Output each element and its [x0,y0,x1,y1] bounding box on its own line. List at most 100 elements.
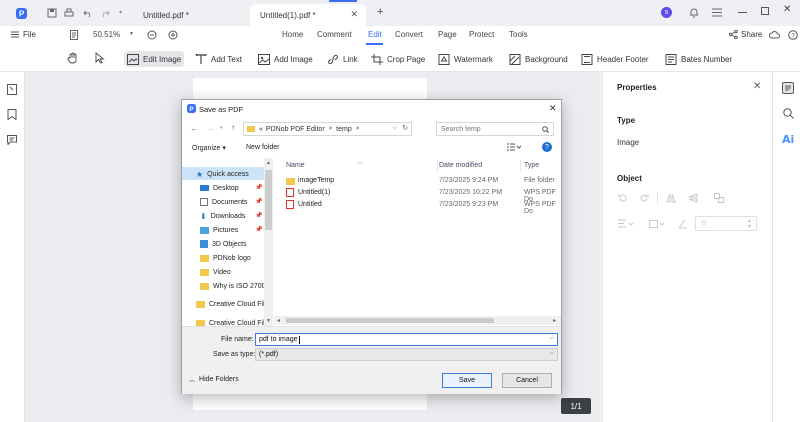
column-header-date[interactable]: Date modified [439,162,482,169]
menu-page[interactable]: Page [438,30,457,39]
minimize-icon[interactable] [738,12,747,13]
nav-item-pdnob-logo[interactable]: PDNob logo [200,252,251,264]
nav-item-creative-cloud[interactable]: Creative Cloud Fil [196,298,265,310]
link-tool[interactable]: Link [324,51,361,67]
nav-item-3d-objects[interactable]: 3D Objects [200,238,247,250]
nav-item-documents[interactable]: Documents [200,196,247,208]
tab-untitled[interactable]: Untitled.pdf * [133,4,247,26]
thumbnails-icon[interactable] [7,84,17,95]
file-row-imagetemp[interactable]: imageTemp 7/23/2025 9:24 PM File folder [276,175,559,187]
organize-button[interactable]: Organize ▾ [192,144,226,152]
tab-untitled-1[interactable]: Untitled(1).pdf * ✕ [250,4,366,26]
link-icon [328,54,338,64]
nav-item-iso-folder[interactable]: Why is ISO 2700 [200,280,266,292]
file-name-dropdown-icon[interactable]: ⌵ [549,335,554,342]
search-input[interactable]: Search temp [436,122,554,136]
scroll-up-icon[interactable]: ▲ [266,160,271,166]
zoom-in-icon[interactable] [168,30,178,40]
save-icon[interactable] [47,8,57,18]
up-arrow-icon[interactable]: ↑ [231,123,235,132]
nav-item-video[interactable]: Video [200,266,231,278]
edit-image-tool[interactable]: Edit Image [124,51,185,67]
zoom-dropdown-icon[interactable]: ▾ [130,30,133,37]
page-view-icon[interactable] [70,30,78,40]
dialog-close-icon[interactable]: ✕ [549,103,557,114]
bates-number-tool[interactable]: Bates Number [662,51,735,67]
maximize-icon[interactable] [761,7,769,15]
watermark-tool[interactable]: Watermark [435,51,496,67]
column-header-type[interactable]: Type [524,162,539,169]
menu-home[interactable]: Home [282,30,303,39]
nav-scrollbar[interactable]: ▲ ▼ [264,158,273,326]
scroll-right-icon[interactable]: ▸ [553,317,556,324]
menu-protect[interactable]: Protect [469,30,494,39]
column-divider[interactable] [520,160,521,172]
nav-item-quick-access[interactable]: ★ Quick access [196,168,249,180]
refresh-icon[interactable]: ↻ [402,124,408,132]
save-type-select[interactable]: (*.pdf) ⌵ [255,348,558,361]
breadcrumb-separator[interactable]: > [356,126,360,132]
breadcrumb-item[interactable]: PDNob PDF Editor [266,126,325,133]
add-text-tool[interactable]: Add Text [192,51,245,67]
file-row-untitled-1[interactable]: Untitled(1) 7/23/2025 10:22 PM WPS PDF D… [276,187,559,203]
ai-assistant-icon[interactable]: Ai [782,133,794,146]
save-button[interactable]: Save [442,373,492,388]
properties-panel-icon[interactable] [782,82,794,94]
undo-icon[interactable] [83,8,93,18]
bell-icon[interactable] [689,7,699,18]
address-dropdown-icon[interactable]: ⌵ [392,125,397,132]
save-type-dropdown-icon[interactable]: ⌵ [549,350,554,357]
file-menu[interactable]: File [11,30,36,39]
hide-folders-toggle[interactable]: ︿ Hide Folders [189,375,239,384]
new-folder-button[interactable]: New folder [246,144,279,151]
back-arrow-icon[interactable]: ← [190,124,198,133]
recent-locations-icon[interactable]: ▾ [220,125,223,131]
new-tab-button[interactable]: + [377,6,383,18]
scroll-left-icon[interactable]: ◂ [277,317,280,324]
print-icon[interactable] [64,8,74,18]
hamburger-menu-icon[interactable] [712,8,722,17]
scroll-down-icon[interactable]: ▼ [266,318,271,324]
help-icon[interactable]: ? [542,142,552,152]
add-image-tool[interactable]: Add Image [255,51,316,67]
background-tool[interactable]: Background [506,51,571,67]
nav-item-downloads[interactable]: ⬇ Downloads [200,210,245,222]
help-icon[interactable]: ? [788,30,798,40]
crop-page-tool[interactable]: Crop Page [368,51,428,67]
select-pointer-icon[interactable] [95,52,105,64]
comments-icon[interactable] [7,135,17,145]
address-bar[interactable]: « PDNob PDF Editor > temp > ⌵ ↻ [243,122,412,136]
nav-item-pictures[interactable]: Pictures [200,224,238,236]
view-options-icon[interactable] [507,143,521,151]
menu-convert[interactable]: Convert [395,30,423,39]
zoom-out-icon[interactable] [147,30,157,40]
close-window-icon[interactable]: ✕ [783,4,791,15]
file-list-hscrollbar[interactable]: ◂ ▸ [274,316,561,325]
zoom-value[interactable]: 50.51% [93,30,120,39]
bookmark-icon[interactable] [7,109,17,120]
search-icon[interactable] [783,108,794,119]
menu-tools[interactable]: Tools [509,30,528,39]
share-button[interactable]: Share [729,30,762,39]
breadcrumb-separator[interactable]: > [329,126,333,132]
column-divider[interactable] [437,160,438,172]
file-name-input[interactable]: pdf to image ⌵ [255,333,558,346]
menu-edit[interactable]: Edit [368,30,382,39]
file-row-untitled[interactable]: Untitled 7/23/2025 9:23 PM WPS PDF Do [276,199,559,215]
avatar[interactable]: s [661,7,672,18]
redo-icon[interactable] [100,8,110,18]
cancel-button[interactable]: Cancel [502,373,552,388]
cloud-upload-icon[interactable] [769,30,780,39]
forward-arrow-icon[interactable]: → [206,124,214,133]
header-footer-tool[interactable]: Header Footer [578,51,652,67]
close-panel-icon[interactable]: ✕ [753,81,761,92]
hscroll-thumb[interactable] [286,318,494,323]
column-header-name[interactable]: Name [286,162,305,169]
hand-tool-icon[interactable] [67,52,79,64]
breadcrumb-item[interactable]: temp [336,126,352,133]
nav-item-desktop[interactable]: Desktop [200,182,239,194]
quick-access-dropdown-icon[interactable]: ▾ [119,9,122,16]
menu-comment[interactable]: Comment [317,30,352,39]
nav-scroll-thumb[interactable] [265,170,272,230]
close-tab-icon[interactable]: ✕ [350,9,358,20]
